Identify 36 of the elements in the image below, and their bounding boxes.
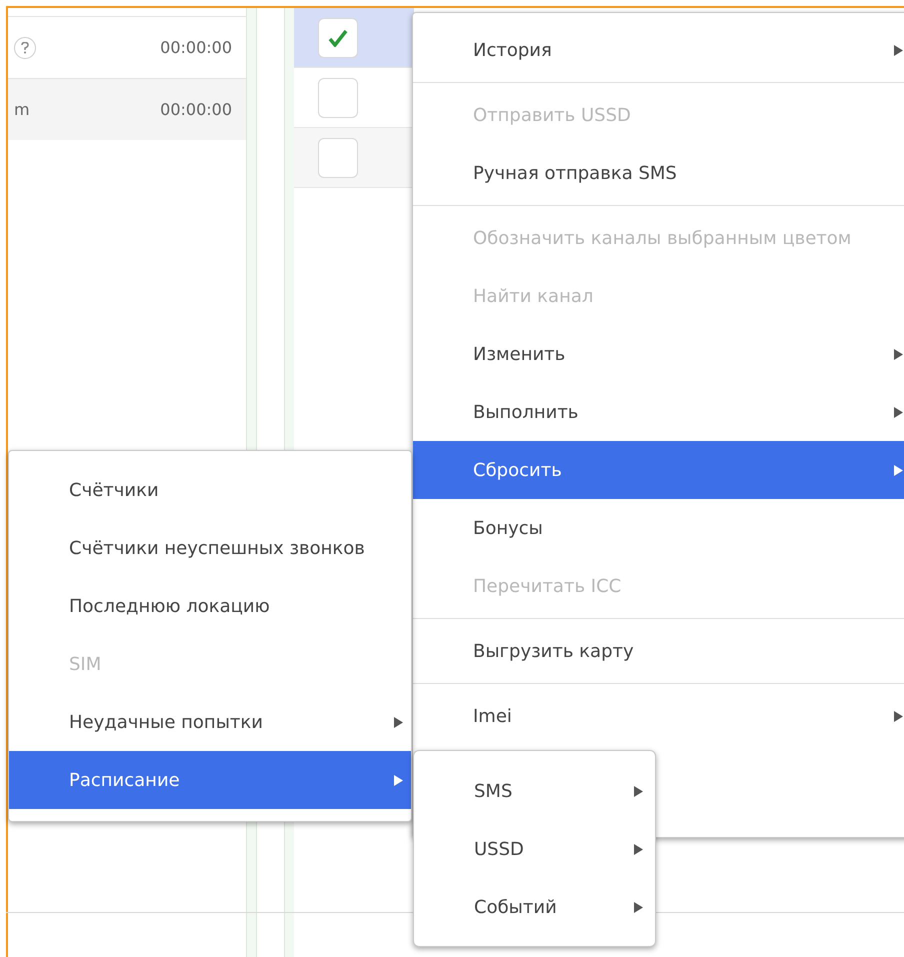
submenu-arrow-icon (894, 710, 903, 722)
menu-item[interactable]: Ручная отправка SMS (413, 144, 904, 202)
menu-item[interactable]: Сбросить (413, 441, 904, 499)
checkbox[interactable] (318, 78, 358, 118)
menu-item[interactable]: Imei (413, 687, 904, 745)
submenu-arrow-icon (394, 716, 403, 728)
menu-item[interactable]: Выполнить (413, 383, 904, 441)
table-cell-text: m (14, 98, 30, 120)
menu-item[interactable]: Неудачные попытки (9, 693, 411, 751)
menu-item[interactable]: Счётчики неуспешных звонков (9, 519, 411, 577)
submenu-arrow-icon (894, 406, 903, 418)
menu-item[interactable]: Событий (414, 878, 655, 936)
menu-item[interactable]: История (413, 21, 904, 79)
submenu-arrow-icon (894, 464, 903, 476)
submenu-arrow-icon (394, 774, 403, 786)
submenu-arrow-icon (634, 844, 643, 854)
time-cell-text: 00:00:00 (160, 98, 232, 120)
time-cell-text: 00:00:00 (160, 36, 232, 58)
check-icon (328, 28, 348, 46)
menu-item[interactable]: Изменить (413, 325, 904, 383)
submenu-arrow-icon (894, 348, 903, 360)
checkbox[interactable] (318, 138, 358, 178)
table-row[interactable] (294, 8, 414, 68)
menu-item[interactable]: Бонусы (413, 499, 904, 557)
help-icon[interactable] (14, 36, 36, 58)
menu-item[interactable]: USSD (414, 820, 655, 878)
menu-item[interactable]: Выгрузить карту (413, 622, 904, 680)
menu-item[interactable]: SMS (414, 762, 655, 820)
menu-item[interactable]: Счётчики (9, 461, 411, 519)
table-row[interactable] (294, 128, 414, 188)
submenu-arrow-icon (634, 786, 643, 796)
checkbox[interactable] (318, 18, 358, 58)
submenu-arrow-icon (894, 44, 903, 56)
menu-item[interactable]: Расписание (9, 751, 411, 809)
menu-item[interactable]: Последнюю локацию (9, 577, 411, 635)
submenu-arrow-icon (634, 902, 643, 912)
